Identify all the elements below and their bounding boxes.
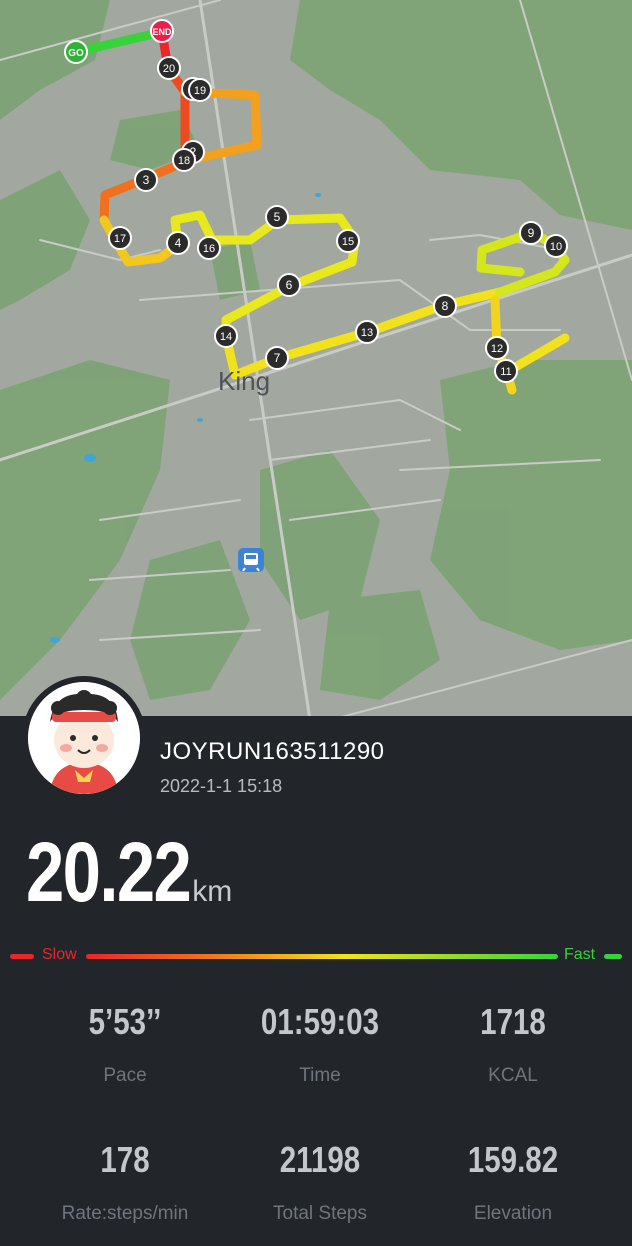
km-marker-14[interactable]: 14 bbox=[214, 324, 238, 348]
stat-cadence: 178 Rate:steps/min bbox=[20, 1139, 230, 1225]
stat-value: 21198 bbox=[279, 1139, 361, 1180]
stat-value: 01:59:03 bbox=[260, 1001, 380, 1042]
end-marker[interactable]: END bbox=[150, 19, 174, 43]
fast-line bbox=[604, 954, 622, 959]
route-map[interactable]: King GO END 1234567891011121314151617181… bbox=[0, 0, 632, 720]
svg-text:GO: GO bbox=[68, 48, 84, 59]
distance-unit: km bbox=[192, 875, 233, 908]
stat-label: Total Steps bbox=[273, 1203, 367, 1224]
stat-value: 5’53’’ bbox=[88, 1001, 162, 1042]
km-marker-label: 5 bbox=[274, 210, 281, 224]
stat-time: 01:59:03 Time bbox=[215, 1001, 425, 1087]
km-marker-10[interactable]: 10 bbox=[544, 234, 568, 258]
km-marker-label: 11 bbox=[500, 366, 511, 378]
km-marker-label: 15 bbox=[342, 236, 354, 248]
stat-label: Rate:steps/min bbox=[61, 1203, 189, 1224]
start-marker[interactable]: GO bbox=[64, 40, 88, 64]
km-marker-8[interactable]: 8 bbox=[433, 294, 457, 318]
km-marker-7[interactable]: 7 bbox=[265, 346, 289, 370]
stat-total-steps: 21198 Total Steps bbox=[215, 1139, 425, 1225]
km-marker-label: 17 bbox=[114, 233, 126, 245]
km-marker-17[interactable]: 17 bbox=[108, 226, 132, 250]
svg-text:END: END bbox=[152, 27, 172, 37]
stat-label: Time bbox=[299, 1065, 341, 1086]
km-marker-9[interactable]: 9 bbox=[519, 221, 543, 245]
km-marker-label: 9 bbox=[528, 226, 535, 240]
avatar[interactable] bbox=[22, 676, 146, 800]
km-marker-12[interactable]: 12 bbox=[485, 336, 509, 360]
km-marker-18[interactable]: 18 bbox=[172, 148, 196, 172]
km-marker-11[interactable]: 11 bbox=[494, 359, 518, 383]
km-marker-6[interactable]: 6 bbox=[277, 273, 301, 297]
km-marker-15[interactable]: 15 bbox=[336, 229, 360, 253]
speed-gradient-bar bbox=[86, 954, 558, 959]
slow-label: Slow bbox=[42, 946, 77, 963]
fast-label: Fast bbox=[564, 946, 596, 963]
stat-label: Elevation bbox=[473, 1203, 553, 1224]
km-marker-label: 12 bbox=[491, 343, 503, 355]
map-place-label: King bbox=[218, 366, 270, 396]
km-marker-label: 20 bbox=[163, 63, 175, 75]
km-marker-3[interactable]: 3 bbox=[134, 168, 158, 192]
km-marker-19[interactable]: 19 bbox=[188, 78, 212, 102]
km-marker-label: 8 bbox=[442, 299, 449, 313]
km-marker-20[interactable]: 20 bbox=[157, 56, 181, 80]
km-marker-label: 6 bbox=[286, 278, 293, 292]
km-marker-label: 3 bbox=[143, 173, 150, 187]
km-marker-5[interactable]: 5 bbox=[265, 205, 289, 229]
km-marker-label: 10 bbox=[550, 241, 562, 253]
km-marker-label: 4 bbox=[175, 236, 182, 250]
km-marker-label: 13 bbox=[361, 327, 373, 339]
km-marker-label: 19 bbox=[194, 85, 206, 97]
km-marker-4[interactable]: 4 bbox=[166, 231, 190, 255]
km-marker-label: 18 bbox=[178, 155, 190, 167]
run-summary-panel: JOYRUN163511290 2022-1-1 15:18 20.22 km … bbox=[0, 676, 632, 1246]
stat-kcal: 1718 KCAL bbox=[408, 1001, 618, 1087]
stat-label: KCAL bbox=[488, 1065, 538, 1086]
distance-display: 20.22 km bbox=[26, 824, 232, 924]
stat-label: Pace bbox=[103, 1065, 147, 1086]
stat-value: 159.82 bbox=[467, 1139, 559, 1180]
km-marker-16[interactable]: 16 bbox=[197, 236, 221, 260]
km-marker-label: 16 bbox=[203, 243, 215, 255]
username: JOYRUN163511290 bbox=[160, 738, 385, 765]
speed-legend: Slow Fast bbox=[10, 946, 622, 966]
slow-line bbox=[10, 954, 34, 959]
km-marker-13[interactable]: 13 bbox=[355, 320, 379, 344]
km-marker-label: 14 bbox=[220, 331, 232, 343]
distance-value: 20.22 bbox=[26, 825, 192, 919]
stat-elevation: 159.82 Elevation bbox=[408, 1139, 618, 1225]
stat-value: 1718 bbox=[480, 1001, 546, 1042]
km-marker-label: 7 bbox=[274, 351, 281, 365]
stat-pace: 5’53’’ Pace bbox=[20, 1001, 230, 1087]
stat-value: 178 bbox=[100, 1139, 150, 1180]
run-datetime: 2022-1-1 15:18 bbox=[160, 776, 283, 796]
train-station-icon[interactable] bbox=[238, 548, 264, 572]
